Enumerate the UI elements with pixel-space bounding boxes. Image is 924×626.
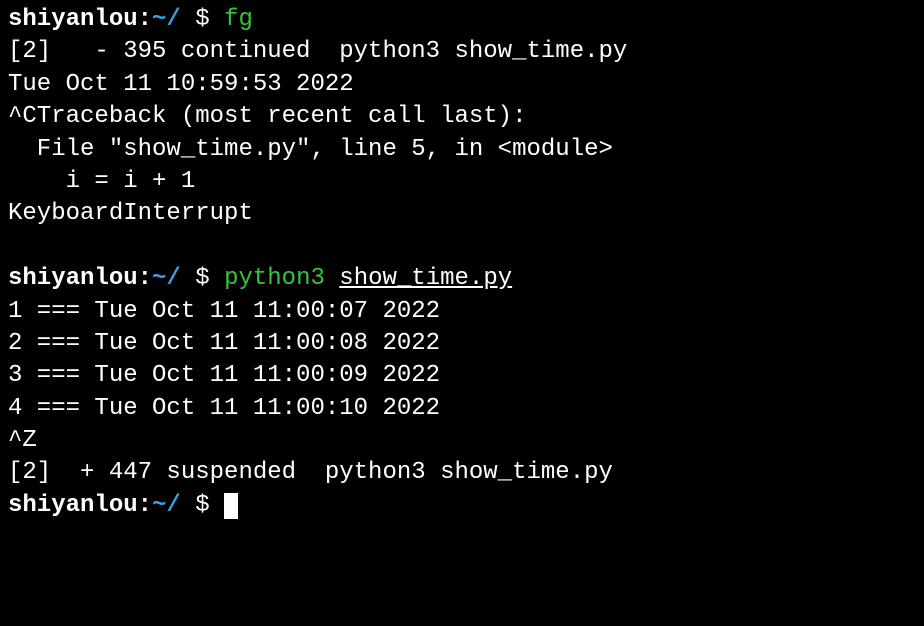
blank-line: [8, 231, 916, 263]
command-arg[interactable]: show_time.py: [339, 265, 512, 292]
prompt-user: shiyanlou: [8, 492, 138, 519]
prompt-spacer: [181, 6, 195, 33]
prompt-symbol: $: [195, 492, 209, 519]
prompt-user: shiyanlou: [8, 265, 138, 292]
prompt-spacer: [181, 265, 195, 292]
prompt-colon: :: [138, 6, 152, 33]
traceback-header: ^CTraceback (most recent call last):: [8, 101, 916, 133]
traceback-file-line: File "show_time.py", line 5, in <module>: [8, 134, 916, 166]
prompt-line-1: shiyanlou:~/ $ fg: [8, 4, 916, 36]
job-continued-line: [2] - 395 continued python3 show_time.py: [8, 36, 916, 68]
cursor-icon[interactable]: [224, 493, 238, 519]
prompt-colon: :: [138, 265, 152, 292]
prompt-colon: :: [138, 492, 152, 519]
prompt-line-2: shiyanlou:~/ $ python3 show_time.py: [8, 263, 916, 295]
timestamp-line: Tue Oct 11 10:59:53 2022: [8, 69, 916, 101]
output-line-4: 4 === Tue Oct 11 11:00:10 2022: [8, 393, 916, 425]
traceback-error-line: KeyboardInterrupt: [8, 198, 916, 230]
output-line-3: 3 === Tue Oct 11 11:00:09 2022: [8, 360, 916, 392]
prompt-path: ~/: [152, 492, 181, 519]
command-python3[interactable]: python3: [224, 265, 325, 292]
prompt-user: shiyanlou: [8, 6, 138, 33]
prompt-spacer: [181, 492, 195, 519]
prompt-symbol: $: [195, 6, 209, 33]
traceback-code-line: i = i + 1: [8, 166, 916, 198]
output-line-2: 2 === Tue Oct 11 11:00:08 2022: [8, 328, 916, 360]
prompt-symbol: $: [195, 265, 209, 292]
command-fg[interactable]: fg: [224, 6, 253, 33]
prompt-path: ~/: [152, 6, 181, 33]
suspend-signal: ^Z: [8, 425, 916, 457]
prompt-line-3[interactable]: shiyanlou:~/ $: [8, 490, 916, 522]
suspend-message: [2] + 447 suspended python3 show_time.py: [8, 457, 916, 489]
prompt-path: ~/: [152, 265, 181, 292]
output-line-1: 1 === Tue Oct 11 11:00:07 2022: [8, 296, 916, 328]
